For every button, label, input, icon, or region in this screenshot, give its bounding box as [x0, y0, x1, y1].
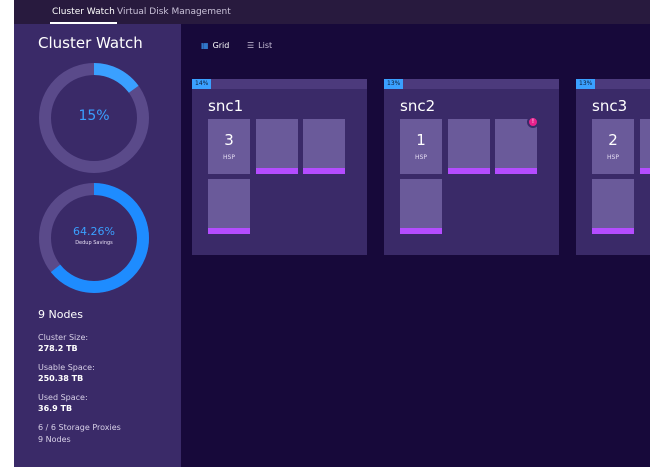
disk-usage-bar [400, 228, 442, 234]
hsp-tile[interactable]: 2 HSP [592, 119, 634, 174]
node-usage-percent: 14% [192, 79, 212, 89]
nodes-footer-text: 9 Nodes [38, 435, 71, 444]
grid-icon: ▦ [201, 40, 209, 50]
main-content: ▦ Grid ☰ List 14% snc1 3 HSP 13% snc2 1 … [181, 24, 650, 467]
tab-cluster-watch[interactable]: Cluster Watch [50, 0, 117, 24]
disk-tile[interactable] [303, 119, 345, 174]
disk-usage-bar [640, 168, 650, 174]
usable-space-label: Usable Space: [38, 363, 95, 372]
sidebar: Cluster Watch 15% 64.26% Dedup Savings 9… [14, 24, 181, 467]
sidebar-title: Cluster Watch [38, 34, 143, 52]
node-usage-strip [384, 79, 559, 89]
dedup-ring-chart [39, 183, 149, 293]
list-view-button[interactable]: ☰ List [247, 39, 272, 51]
disk-tile[interactable] [448, 119, 490, 174]
list-view-label: List [258, 40, 273, 50]
hsp-count: 1 [416, 131, 426, 149]
hsp-count: 3 [224, 131, 234, 149]
dedup-ring-caption: Dedup Savings [75, 240, 113, 246]
dedup-ring-value: 64.26% [73, 225, 115, 238]
usable-space-value: 250.38 TB [38, 374, 84, 383]
disk-tile[interactable] [640, 119, 650, 174]
nodes-count-title: 9 Nodes [38, 308, 83, 321]
alert-badge[interactable]: ! [527, 116, 539, 128]
node-name: snc2 [400, 97, 436, 115]
grid-view-button[interactable]: ▦ Grid [201, 39, 229, 51]
disk-usage-bar [256, 168, 298, 174]
node-usage-percent: 13% [576, 79, 596, 89]
hsp-tile[interactable]: 1 HSP [400, 119, 442, 174]
node-usage-percent: 13% [384, 79, 404, 89]
disk-usage-bar [208, 228, 250, 234]
storage-proxies-text: 6 / 6 Storage Proxies [38, 423, 121, 432]
node-card-snc3[interactable]: 13% snc3 2 HSP [576, 79, 650, 255]
used-space-label: Used Space: [38, 393, 88, 402]
list-icon: ☰ [247, 40, 255, 50]
disk-tile[interactable] [256, 119, 298, 174]
node-name: snc3 [592, 97, 628, 115]
dedup-ring: 64.26% Dedup Savings [38, 182, 150, 294]
node-usage-strip [192, 79, 367, 89]
app-window: Cluster Watch Virtual Disk Management Cl… [14, 0, 650, 467]
usage-ring: 15% [38, 62, 150, 174]
hsp-label: HSP [415, 154, 427, 161]
node-card-snc1[interactable]: 14% snc1 3 HSP [192, 79, 367, 255]
node-name: snc1 [208, 97, 244, 115]
tab-virtual-disk-management[interactable]: Virtual Disk Management [117, 0, 231, 24]
top-tab-bar: Cluster Watch Virtual Disk Management [14, 0, 650, 24]
cluster-size-value: 278.2 TB [38, 344, 78, 353]
disk-usage-bar [592, 228, 634, 234]
disk-tile[interactable] [400, 179, 442, 234]
disk-usage-bar [495, 168, 537, 174]
disk-usage-bar [448, 168, 490, 174]
node-card-snc2[interactable]: 13% snc2 1 HSP ! [384, 79, 559, 255]
used-space-value: 36.9 TB [38, 404, 73, 413]
disk-usage-bar [303, 168, 345, 174]
hsp-label: HSP [607, 154, 619, 161]
disk-tile[interactable] [208, 179, 250, 234]
hsp-tile[interactable]: 3 HSP [208, 119, 250, 174]
cluster-size-label: Cluster Size: [38, 333, 89, 342]
hsp-label: HSP [223, 154, 235, 161]
hsp-count: 2 [608, 131, 618, 149]
grid-view-label: Grid [212, 40, 230, 50]
usage-ring-value: 15% [78, 108, 110, 124]
disk-tile[interactable] [592, 179, 634, 234]
